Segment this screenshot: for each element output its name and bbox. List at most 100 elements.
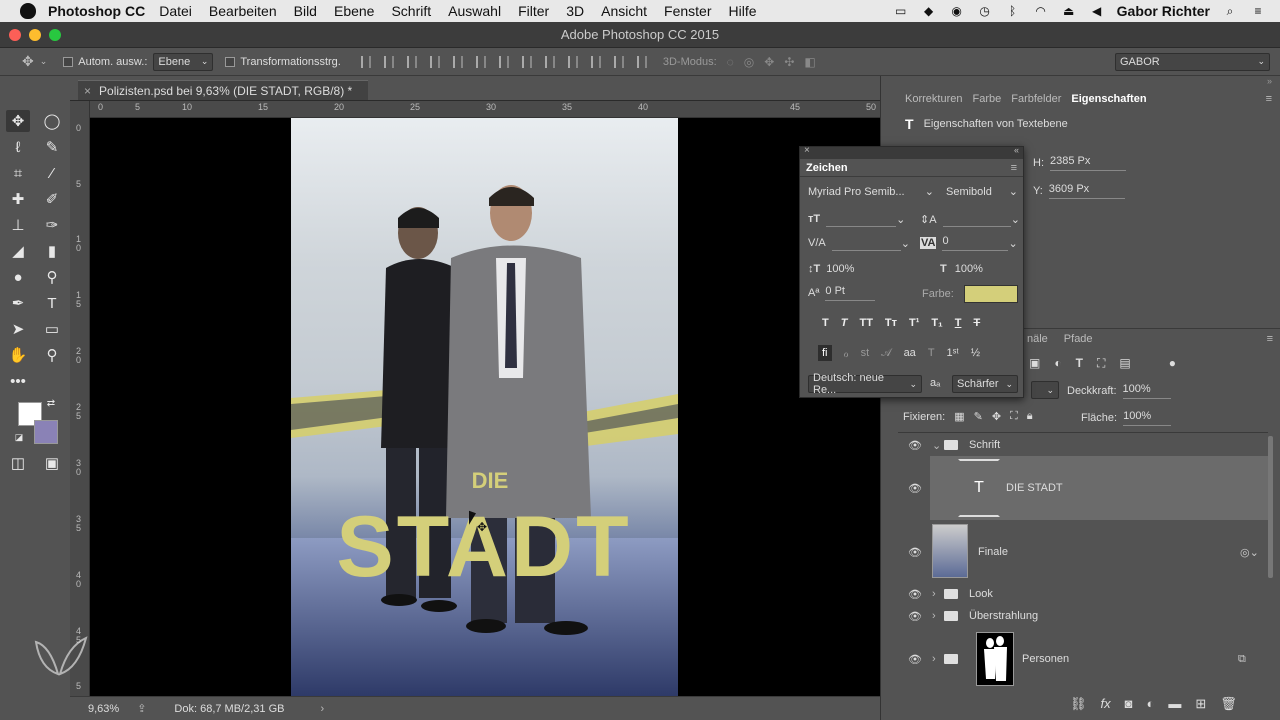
screen-mode-icon[interactable]: ▣ bbox=[40, 452, 64, 474]
layer-row[interactable]: 👁︎ ⌄ Schrift bbox=[898, 434, 1268, 456]
font-size-field[interactable]: ᴛT ⌄ bbox=[808, 211, 910, 227]
path-selection-tool-icon[interactable]: ➤ bbox=[6, 318, 30, 340]
distribute-bottom-icon[interactable] bbox=[544, 55, 555, 68]
layer-row[interactable]: 👁︎ › Look bbox=[898, 584, 1268, 604]
auto-align-icon[interactable] bbox=[636, 55, 647, 68]
distribute-top-icon[interactable] bbox=[498, 55, 509, 68]
clip-icon[interactable]: ⧉ bbox=[1238, 653, 1246, 666]
blur-tool-icon[interactable]: ● bbox=[6, 266, 30, 288]
bluetooth-icon[interactable]: ᛒ bbox=[1005, 4, 1021, 18]
chevron-down-icon[interactable]: ⌄ bbox=[40, 56, 48, 67]
vertical-scale-field[interactable]: ↕T 100% bbox=[808, 263, 888, 275]
default-colors-icon[interactable]: ◪ bbox=[12, 430, 26, 444]
superscript-icon[interactable]: T¹ bbox=[909, 317, 919, 329]
faux-bold-icon[interactable]: T bbox=[822, 317, 829, 329]
3d-pan-icon[interactable]: ✥ bbox=[764, 55, 774, 69]
screen-icon[interactable]: ▭ bbox=[893, 4, 909, 18]
dodge-tool-icon[interactable]: ⚲ bbox=[40, 266, 64, 288]
horizontal-scale-field[interactable]: T 100% bbox=[940, 263, 1020, 275]
tab-pfade[interactable]: Pfade bbox=[1064, 333, 1093, 345]
align-top-icon[interactable] bbox=[360, 55, 371, 68]
search-icon[interactable]: ⌕ bbox=[1222, 4, 1238, 19]
layer-row[interactable]: 👁︎ › Personen ⧉ bbox=[898, 630, 1268, 688]
3d-slide-icon[interactable]: ✣ bbox=[784, 55, 794, 69]
brush-tool-icon[interactable]: ✐ bbox=[40, 188, 64, 210]
layer-row[interactable]: 👁︎ Finale ◎⌄ bbox=[898, 522, 1268, 582]
share-icon[interactable]: ⇪ bbox=[137, 702, 146, 715]
kerning-field[interactable]: V/A ⌄ bbox=[808, 235, 910, 251]
filter-smart-icon[interactable]: ▤ bbox=[1119, 356, 1130, 371]
lock-all-icon[interactable]: 🔒︎ bbox=[1027, 410, 1033, 423]
font-family-dropdown[interactable]: Myriad Pro Semib... ⌄ bbox=[808, 185, 934, 199]
ellipse-marquee-tool-icon[interactable]: ◯ bbox=[40, 110, 64, 132]
tab-farbfelder[interactable]: Farbfelder bbox=[1011, 93, 1061, 105]
layer-row[interactable]: 👁︎ › Überstrahlung bbox=[898, 606, 1268, 626]
visibility-eye-icon[interactable]: 👁︎ bbox=[908, 653, 922, 666]
minimize-window-button[interactable] bbox=[29, 29, 41, 41]
tab-korrekturen[interactable]: Korrekturen bbox=[905, 93, 962, 105]
3d-roll-icon[interactable]: ◎ bbox=[744, 55, 754, 69]
document-tab[interactable]: × Polizisten.psd bei 9,63% (DIE STADT, R… bbox=[78, 80, 368, 100]
zoom-tool-icon[interactable]: ⚲ bbox=[40, 344, 64, 366]
new-group-icon[interactable]: ▬ bbox=[1168, 696, 1181, 712]
menu-fenster[interactable]: Fenster bbox=[664, 3, 711, 19]
rectangle-tool-icon[interactable]: ▭ bbox=[40, 318, 64, 340]
menu-schrift[interactable]: Schrift bbox=[391, 3, 431, 19]
adjustment-layer-icon[interactable]: ◐ bbox=[1147, 696, 1155, 712]
panel-menu-icon[interactable]: ≡ bbox=[1266, 93, 1272, 105]
underline-icon[interactable]: T bbox=[955, 317, 962, 329]
poster-image[interactable]: DIE STADT bbox=[291, 118, 678, 696]
align-left-icon[interactable] bbox=[429, 55, 440, 68]
y-input[interactable]: 3609 Px bbox=[1048, 183, 1125, 199]
auto-select-checkbox[interactable] bbox=[63, 56, 74, 67]
move-tool-icon[interactable]: ✥ bbox=[22, 53, 34, 70]
quick-mask-icon[interactable]: ◫ bbox=[6, 452, 30, 474]
3d-orbit-icon[interactable]: ◌ bbox=[727, 55, 734, 69]
faux-italic-icon[interactable]: T bbox=[841, 317, 848, 329]
baseline-shift-field[interactable]: Aª 0 Pt bbox=[808, 285, 888, 301]
visibility-eye-icon[interactable]: 👁︎ bbox=[908, 610, 922, 623]
language-dropdown[interactable]: Deutsch: neue Re... ⌄ bbox=[808, 372, 922, 396]
filter-toggle-icon[interactable]: ● bbox=[1169, 356, 1176, 371]
user-name[interactable]: Gabor Richter bbox=[1117, 3, 1210, 19]
leading-field[interactable]: ⇕A ⌄ bbox=[920, 211, 1020, 227]
align-bottom-icon[interactable] bbox=[406, 55, 417, 68]
visibility-eye-icon[interactable]: 👁︎ bbox=[908, 588, 922, 601]
auto-select-dropdown[interactable]: Ebene ⌄ bbox=[153, 52, 214, 71]
app-menu[interactable]: Photoshop CC bbox=[48, 3, 145, 19]
chevron-down-icon[interactable]: ⌄ bbox=[932, 439, 941, 452]
horizontal-scale-input[interactable]: 100% bbox=[955, 263, 983, 275]
tab-farbe[interactable]: Farbe bbox=[972, 93, 1001, 105]
healing-brush-tool-icon[interactable]: ✚ bbox=[6, 188, 30, 210]
record-icon[interactable]: ◉ bbox=[949, 4, 965, 18]
list-icon[interactable]: ≡ bbox=[1250, 4, 1266, 18]
workspace-dropdown[interactable]: GABOR ⌄ bbox=[1115, 52, 1270, 71]
chevron-right-icon[interactable]: › bbox=[932, 653, 936, 665]
move-tool-icon[interactable]: ✥ bbox=[6, 110, 30, 132]
distribute-hcenter-icon[interactable] bbox=[590, 55, 601, 68]
menu-ansicht[interactable]: Ansicht bbox=[601, 3, 647, 19]
fx-icon[interactable]: fx bbox=[1101, 696, 1111, 712]
background-color-swatch[interactable] bbox=[34, 420, 58, 444]
layer-mask-thumbnail[interactable] bbox=[976, 632, 1014, 686]
antialias-dropdown[interactable]: Schärfer ⌄ bbox=[952, 375, 1018, 393]
contextual-alternates-icon[interactable]: ℴ bbox=[844, 347, 849, 360]
volume-icon[interactable]: ◀ bbox=[1089, 4, 1105, 18]
close-panel-icon[interactable]: × bbox=[804, 145, 810, 156]
transform-controls-checkbox[interactable] bbox=[225, 56, 236, 67]
subscript-icon[interactable]: T₁ bbox=[931, 317, 942, 329]
ruler-horizontal[interactable]: 0 5 10 15 20 25 30 35 40 45 50 bbox=[90, 101, 880, 118]
baseline-shift-input[interactable]: 0 Pt bbox=[825, 285, 876, 301]
3d-scale-icon[interactable]: ◧ bbox=[804, 55, 815, 69]
collapse-panel-icon[interactable]: « bbox=[1014, 145, 1019, 155]
crop-tool-icon[interactable]: ⌗ bbox=[6, 162, 30, 184]
visibility-eye-icon[interactable]: 👁︎ bbox=[908, 546, 922, 559]
history-brush-tool-icon[interactable]: ✑ bbox=[40, 214, 64, 236]
chevron-right-icon[interactable]: › bbox=[932, 610, 936, 622]
tab-channels[interactable]: näle bbox=[1027, 333, 1048, 345]
apple-icon[interactable] bbox=[20, 3, 36, 19]
time-machine-icon[interactable]: ◷ bbox=[977, 4, 993, 18]
chevron-right-icon[interactable]: › bbox=[320, 703, 324, 715]
filter-pixel-icon[interactable]: ▣ bbox=[1029, 356, 1040, 371]
align-vcenter-icon[interactable] bbox=[383, 55, 394, 68]
